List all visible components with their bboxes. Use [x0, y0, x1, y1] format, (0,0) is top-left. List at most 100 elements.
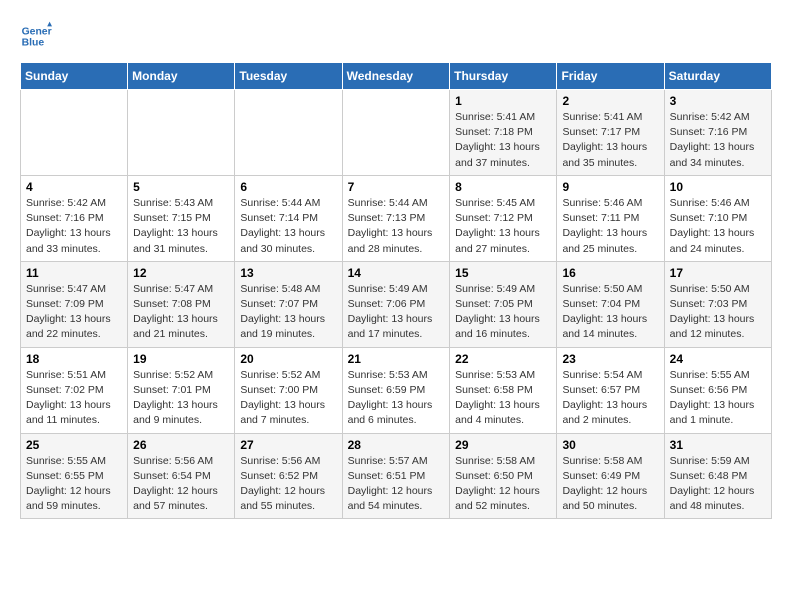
column-header-wednesday: Wednesday	[342, 63, 450, 90]
calendar-week-4: 18 Sunrise: 5:51 AM Sunset: 7:02 PM Dayl…	[21, 347, 772, 433]
calendar-header-row: SundayMondayTuesdayWednesdayThursdayFrid…	[21, 63, 772, 90]
day-number: 22	[455, 352, 551, 366]
day-info: Sunrise: 5:50 AM Sunset: 7:04 PM Dayligh…	[562, 282, 658, 343]
day-number: 19	[133, 352, 229, 366]
calendar-cell: 7 Sunrise: 5:44 AM Sunset: 7:13 PM Dayli…	[342, 175, 450, 261]
calendar-cell: 3 Sunrise: 5:42 AM Sunset: 7:16 PM Dayli…	[664, 90, 771, 176]
calendar-cell: 19 Sunrise: 5:52 AM Sunset: 7:01 PM Dayl…	[128, 347, 235, 433]
day-number: 29	[455, 438, 551, 452]
column-header-monday: Monday	[128, 63, 235, 90]
calendar-cell: 15 Sunrise: 5:49 AM Sunset: 7:05 PM Dayl…	[450, 261, 557, 347]
day-number: 1	[455, 94, 551, 108]
day-number: 7	[348, 180, 445, 194]
day-info: Sunrise: 5:58 AM Sunset: 6:50 PM Dayligh…	[455, 454, 551, 515]
day-number: 8	[455, 180, 551, 194]
day-number: 25	[26, 438, 122, 452]
day-info: Sunrise: 5:47 AM Sunset: 7:09 PM Dayligh…	[26, 282, 122, 343]
calendar-cell: 9 Sunrise: 5:46 AM Sunset: 7:11 PM Dayli…	[557, 175, 664, 261]
day-number: 12	[133, 266, 229, 280]
calendar-cell: 23 Sunrise: 5:54 AM Sunset: 6:57 PM Dayl…	[557, 347, 664, 433]
day-number: 16	[562, 266, 658, 280]
calendar-cell: 14 Sunrise: 5:49 AM Sunset: 7:06 PM Dayl…	[342, 261, 450, 347]
day-info: Sunrise: 5:49 AM Sunset: 7:06 PM Dayligh…	[348, 282, 445, 343]
day-info: Sunrise: 5:53 AM Sunset: 6:59 PM Dayligh…	[348, 368, 445, 429]
day-info: Sunrise: 5:44 AM Sunset: 7:13 PM Dayligh…	[348, 196, 445, 257]
day-number: 4	[26, 180, 122, 194]
day-number: 6	[240, 180, 336, 194]
day-info: Sunrise: 5:56 AM Sunset: 6:52 PM Dayligh…	[240, 454, 336, 515]
calendar-cell: 25 Sunrise: 5:55 AM Sunset: 6:55 PM Dayl…	[21, 433, 128, 519]
calendar-cell: 12 Sunrise: 5:47 AM Sunset: 7:08 PM Dayl…	[128, 261, 235, 347]
column-header-tuesday: Tuesday	[235, 63, 342, 90]
day-number: 26	[133, 438, 229, 452]
day-number: 5	[133, 180, 229, 194]
calendar-table: SundayMondayTuesdayWednesdayThursdayFrid…	[20, 62, 772, 519]
day-number: 13	[240, 266, 336, 280]
day-info: Sunrise: 5:45 AM Sunset: 7:12 PM Dayligh…	[455, 196, 551, 257]
day-info: Sunrise: 5:57 AM Sunset: 6:51 PM Dayligh…	[348, 454, 445, 515]
logo-icon: General Blue	[20, 20, 52, 52]
calendar-cell	[128, 90, 235, 176]
day-info: Sunrise: 5:55 AM Sunset: 6:56 PM Dayligh…	[670, 368, 766, 429]
calendar-cell: 31 Sunrise: 5:59 AM Sunset: 6:48 PM Dayl…	[664, 433, 771, 519]
day-number: 9	[562, 180, 658, 194]
calendar-cell: 10 Sunrise: 5:46 AM Sunset: 7:10 PM Dayl…	[664, 175, 771, 261]
day-info: Sunrise: 5:51 AM Sunset: 7:02 PM Dayligh…	[26, 368, 122, 429]
day-info: Sunrise: 5:58 AM Sunset: 6:49 PM Dayligh…	[562, 454, 658, 515]
calendar-cell: 2 Sunrise: 5:41 AM Sunset: 7:17 PM Dayli…	[557, 90, 664, 176]
calendar-cell: 1 Sunrise: 5:41 AM Sunset: 7:18 PM Dayli…	[450, 90, 557, 176]
day-info: Sunrise: 5:52 AM Sunset: 7:00 PM Dayligh…	[240, 368, 336, 429]
column-header-thursday: Thursday	[450, 63, 557, 90]
calendar-cell: 24 Sunrise: 5:55 AM Sunset: 6:56 PM Dayl…	[664, 347, 771, 433]
day-number: 15	[455, 266, 551, 280]
day-info: Sunrise: 5:43 AM Sunset: 7:15 PM Dayligh…	[133, 196, 229, 257]
day-info: Sunrise: 5:41 AM Sunset: 7:18 PM Dayligh…	[455, 110, 551, 171]
day-number: 14	[348, 266, 445, 280]
day-info: Sunrise: 5:41 AM Sunset: 7:17 PM Dayligh…	[562, 110, 658, 171]
calendar-cell: 16 Sunrise: 5:50 AM Sunset: 7:04 PM Dayl…	[557, 261, 664, 347]
day-info: Sunrise: 5:46 AM Sunset: 7:10 PM Dayligh…	[670, 196, 766, 257]
calendar-week-2: 4 Sunrise: 5:42 AM Sunset: 7:16 PM Dayli…	[21, 175, 772, 261]
day-number: 27	[240, 438, 336, 452]
calendar-cell	[235, 90, 342, 176]
day-info: Sunrise: 5:44 AM Sunset: 7:14 PM Dayligh…	[240, 196, 336, 257]
day-number: 21	[348, 352, 445, 366]
day-info: Sunrise: 5:56 AM Sunset: 6:54 PM Dayligh…	[133, 454, 229, 515]
calendar-week-5: 25 Sunrise: 5:55 AM Sunset: 6:55 PM Dayl…	[21, 433, 772, 519]
column-header-sunday: Sunday	[21, 63, 128, 90]
day-number: 31	[670, 438, 766, 452]
calendar-cell: 13 Sunrise: 5:48 AM Sunset: 7:07 PM Dayl…	[235, 261, 342, 347]
calendar-cell: 29 Sunrise: 5:58 AM Sunset: 6:50 PM Dayl…	[450, 433, 557, 519]
calendar-cell: 8 Sunrise: 5:45 AM Sunset: 7:12 PM Dayli…	[450, 175, 557, 261]
day-info: Sunrise: 5:59 AM Sunset: 6:48 PM Dayligh…	[670, 454, 766, 515]
day-info: Sunrise: 5:42 AM Sunset: 7:16 PM Dayligh…	[26, 196, 122, 257]
calendar-cell: 21 Sunrise: 5:53 AM Sunset: 6:59 PM Dayl…	[342, 347, 450, 433]
day-number: 17	[670, 266, 766, 280]
day-number: 28	[348, 438, 445, 452]
calendar-cell: 18 Sunrise: 5:51 AM Sunset: 7:02 PM Dayl…	[21, 347, 128, 433]
svg-text:Blue: Blue	[22, 38, 45, 49]
column-header-saturday: Saturday	[664, 63, 771, 90]
logo: General Blue	[20, 20, 58, 52]
day-info: Sunrise: 5:49 AM Sunset: 7:05 PM Dayligh…	[455, 282, 551, 343]
calendar-cell	[342, 90, 450, 176]
day-number: 3	[670, 94, 766, 108]
day-number: 23	[562, 352, 658, 366]
day-number: 10	[670, 180, 766, 194]
calendar-cell: 27 Sunrise: 5:56 AM Sunset: 6:52 PM Dayl…	[235, 433, 342, 519]
day-info: Sunrise: 5:52 AM Sunset: 7:01 PM Dayligh…	[133, 368, 229, 429]
calendar-cell: 6 Sunrise: 5:44 AM Sunset: 7:14 PM Dayli…	[235, 175, 342, 261]
svg-text:General: General	[22, 26, 52, 37]
calendar-week-3: 11 Sunrise: 5:47 AM Sunset: 7:09 PM Dayl…	[21, 261, 772, 347]
day-number: 11	[26, 266, 122, 280]
day-info: Sunrise: 5:46 AM Sunset: 7:11 PM Dayligh…	[562, 196, 658, 257]
day-info: Sunrise: 5:53 AM Sunset: 6:58 PM Dayligh…	[455, 368, 551, 429]
day-info: Sunrise: 5:55 AM Sunset: 6:55 PM Dayligh…	[26, 454, 122, 515]
calendar-cell: 30 Sunrise: 5:58 AM Sunset: 6:49 PM Dayl…	[557, 433, 664, 519]
day-number: 2	[562, 94, 658, 108]
day-number: 30	[562, 438, 658, 452]
day-info: Sunrise: 5:42 AM Sunset: 7:16 PM Dayligh…	[670, 110, 766, 171]
calendar-cell: 17 Sunrise: 5:50 AM Sunset: 7:03 PM Dayl…	[664, 261, 771, 347]
calendar-cell: 11 Sunrise: 5:47 AM Sunset: 7:09 PM Dayl…	[21, 261, 128, 347]
page-header: General Blue	[20, 20, 772, 52]
